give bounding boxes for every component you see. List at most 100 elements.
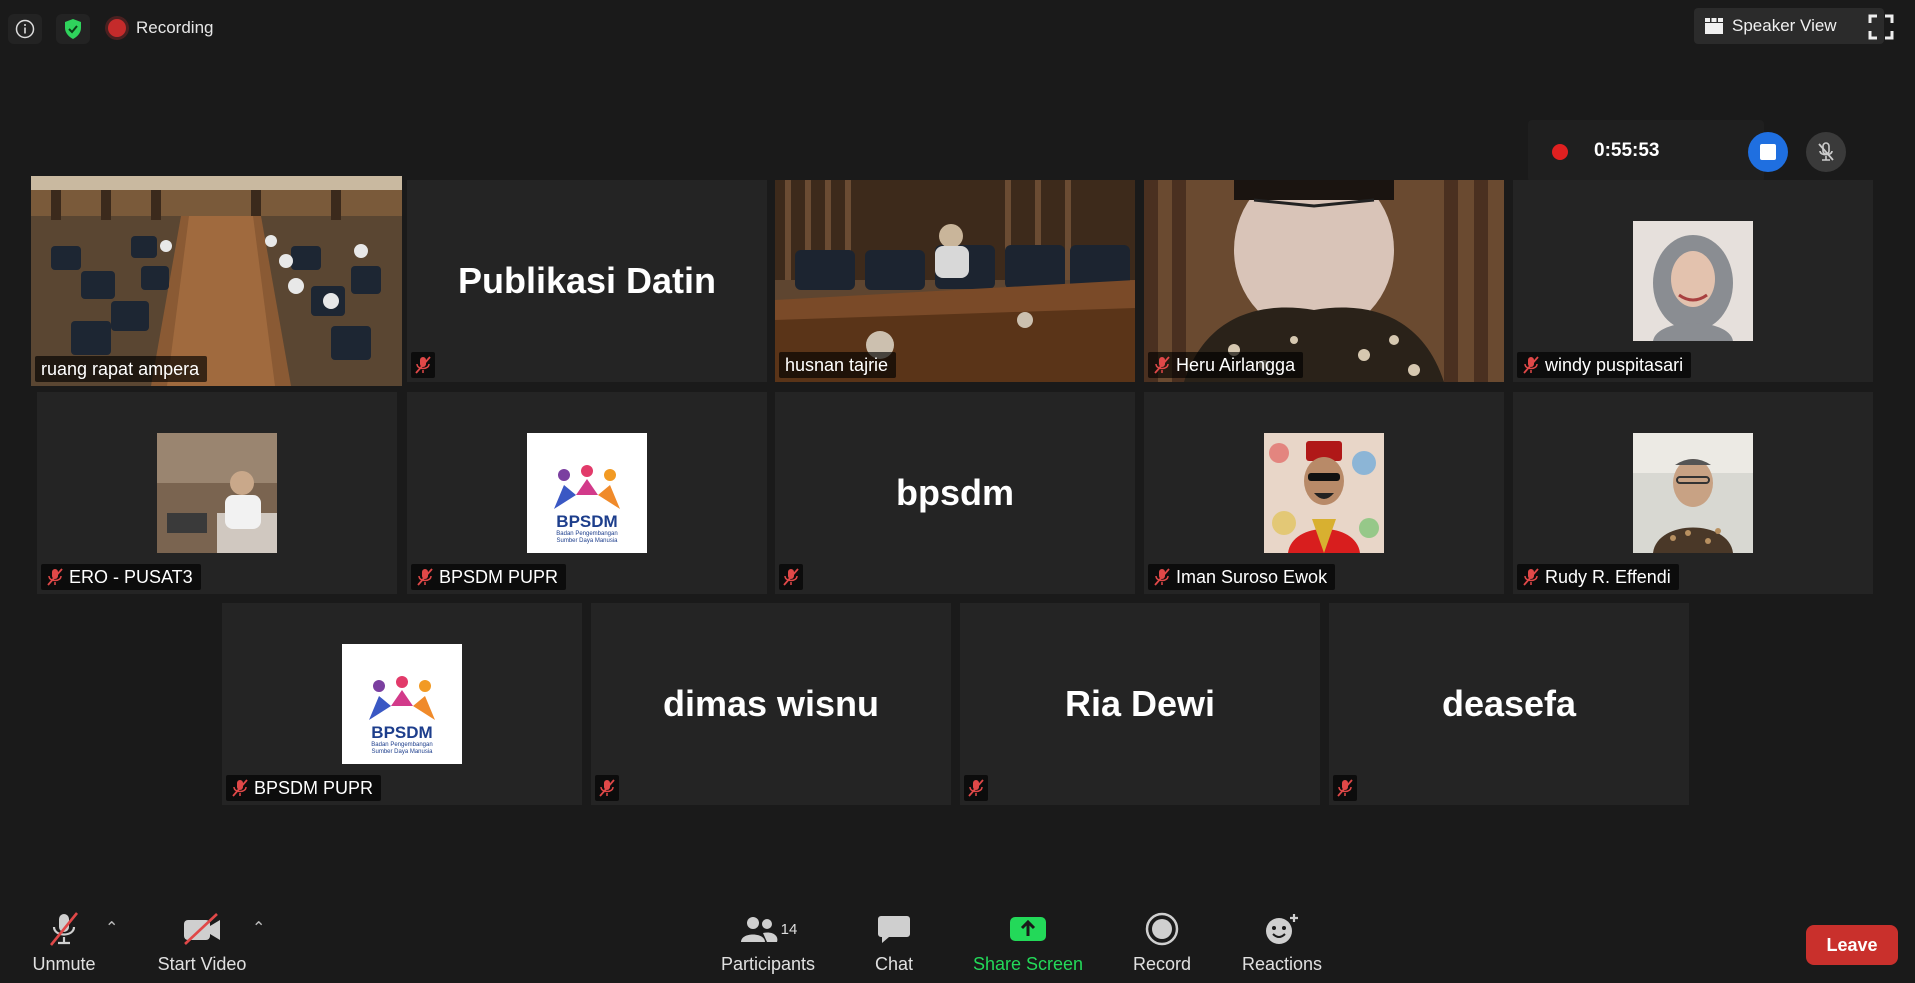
grid-view-icon — [1705, 18, 1723, 34]
participant-tile-ero-pusat3[interactable]: ERO - PUSAT3 — [37, 392, 397, 594]
recording-mic-button[interactable] — [1806, 132, 1846, 172]
participant-tile-dimas-wisnu[interactable]: dimas wisnu — [591, 603, 951, 805]
shield-check-icon — [65, 19, 81, 39]
unmute-label: Unmute — [32, 954, 96, 974]
mic-off-icon — [49, 912, 79, 946]
participant-name-label: Iman Suroso Ewok — [1148, 564, 1336, 590]
stop-recording-button[interactable] — [1748, 132, 1788, 172]
participant-tile-heru-airlangga[interactable]: Heru Airlangga — [1144, 180, 1504, 382]
participant-name-label — [964, 775, 988, 801]
recording-panel: 0:55:53 — [1528, 120, 1764, 182]
participant-tile-iman-suroso-ewok[interactable]: Iman Suroso Ewok — [1144, 392, 1504, 594]
conference-room-video — [31, 176, 402, 386]
participant-tile-bpsdm-pupr-2[interactable]: BPSDM Badan Pengembangan Sumber Daya Man… — [222, 603, 582, 805]
mic-muted-icon — [415, 356, 431, 374]
bpsdm-logo: BPSDM Badan Pengembangan Sumber Daya Man… — [342, 644, 462, 764]
reactions-button[interactable]: Reactions — [1240, 910, 1324, 975]
participant-name-label: husnan tajrie — [779, 352, 897, 378]
participant-name-label: ERO - PUSAT3 — [41, 564, 201, 590]
mic-off-icon — [1818, 142, 1834, 161]
share-screen-button[interactable]: Share Screen — [972, 910, 1084, 975]
logo-subtitle-2: Sumber Daya Manusia — [371, 749, 433, 755]
participant-name: BPSDM PUPR — [439, 566, 559, 587]
chat-icon — [878, 916, 910, 943]
participant-tile-windy-puspitasari[interactable]: windy puspitasari — [1513, 180, 1873, 382]
participants-button[interactable]: 14 Participants — [716, 910, 820, 975]
share-screen-icon — [1010, 917, 1046, 941]
participants-count: 14 — [780, 920, 798, 938]
participant-display-name: Publikasi Datin — [457, 260, 717, 301]
mic-muted-icon — [1154, 568, 1170, 586]
bpsdm-people-logo-icon — [554, 465, 620, 509]
participant-avatar — [157, 433, 277, 553]
participant-name: ruang rapat ampera — [41, 358, 200, 379]
participant-name: husnan tajrie — [785, 354, 889, 375]
participant-tile-ria-dewi[interactable]: Ria Dewi — [960, 603, 1320, 805]
participants-icon — [740, 917, 778, 942]
participant-name-label — [595, 775, 619, 801]
participant-name: BPSDM PUPR — [254, 777, 374, 798]
speaker-view-button[interactable]: Speaker View — [1694, 8, 1884, 44]
participant-name: windy puspitasari — [1545, 354, 1684, 375]
recording-dot-icon — [108, 19, 126, 37]
participant-name: Heru Airlangga — [1176, 354, 1296, 375]
participant-avatar — [1633, 221, 1753, 341]
participant-name-label — [411, 352, 435, 378]
logo-subtitle-1: Badan Pengembangan — [556, 531, 618, 537]
bpsdm-people-logo-icon — [369, 676, 435, 720]
record-label: Record — [1132, 954, 1192, 974]
mic-muted-icon — [417, 568, 433, 586]
fullscreen-icon — [1868, 14, 1894, 40]
participant-tile-publikasi-datin[interactable]: Publikasi Datin — [407, 180, 767, 382]
leave-button[interactable]: Leave — [1806, 925, 1898, 965]
chat-button[interactable]: Chat — [866, 910, 922, 975]
logo-subtitle-1: Badan Pengembangan — [371, 742, 433, 748]
audio-options-chevron-icon[interactable]: ⌃ — [105, 918, 118, 938]
stop-icon — [1760, 144, 1776, 160]
participant-name: Iman Suroso Ewok — [1176, 566, 1328, 587]
info-icon — [15, 19, 35, 39]
participant-name-label — [1333, 775, 1357, 801]
logo-subtitle-2: Sumber Daya Manusia — [556, 538, 618, 544]
participant-name-label — [779, 564, 803, 590]
participant-tile-ruang-rapat-ampera[interactable]: ruang rapat ampera — [31, 176, 402, 386]
record-button[interactable]: Record — [1130, 910, 1194, 975]
video-options-chevron-icon[interactable]: ⌃ — [252, 918, 265, 938]
participant-tile-bpsdm-pupr[interactable]: BPSDM Badan Pengembangan Sumber Daya Man… — [407, 392, 767, 594]
participant-name: Rudy R. Effendi — [1545, 566, 1671, 587]
participant-name-label: BPSDM PUPR — [226, 775, 382, 801]
mic-muted-icon — [1523, 356, 1539, 374]
participant-display-name: dimas wisnu — [662, 683, 880, 724]
recording-elapsed-time: 0:55:53 — [1594, 140, 1660, 161]
participant-tile-rudy-r-effendi[interactable]: Rudy R. Effendi — [1513, 392, 1873, 594]
encryption-button[interactable] — [56, 14, 90, 44]
participant-tile-husnan-tajrie[interactable]: husnan tajrie — [775, 180, 1135, 382]
unmute-button[interactable]: Unmute — [28, 910, 100, 975]
recording-red-dot-icon — [1552, 144, 1568, 160]
participant-display-name: bpsdm — [895, 472, 1014, 513]
mic-muted-icon — [1523, 568, 1539, 586]
participant-tile-deasefa[interactable]: deasefa — [1329, 603, 1689, 805]
participant-name-label: Heru Airlangga — [1148, 352, 1304, 378]
recording-indicator[interactable]: Recording — [108, 18, 214, 38]
logo-title: BPSDM — [371, 723, 433, 742]
participants-label: Participants — [720, 954, 816, 974]
start-video-label: Start Video — [157, 954, 247, 974]
share-screen-label: Share Screen — [972, 954, 1084, 974]
reactions-icon — [1266, 914, 1298, 944]
mic-muted-icon — [599, 779, 615, 797]
start-video-button[interactable]: Start Video — [154, 910, 250, 975]
reactions-label: Reactions — [1241, 954, 1323, 974]
participant-avatar — [1264, 433, 1384, 553]
participant-name-label: Rudy R. Effendi — [1517, 564, 1679, 590]
participant-tile-bpsdm[interactable]: bpsdm — [775, 392, 1135, 594]
mic-muted-icon — [968, 779, 984, 797]
video-off-icon — [184, 913, 220, 945]
participant-name: ERO - PUSAT3 — [69, 566, 193, 587]
logo-title: BPSDM — [556, 512, 618, 531]
mic-muted-icon — [783, 568, 799, 586]
meeting-info-button[interactable] — [8, 14, 42, 44]
fullscreen-button[interactable] — [1868, 14, 1898, 44]
mic-muted-icon — [1337, 779, 1353, 797]
participant-display-name: deasefa — [1441, 683, 1577, 724]
